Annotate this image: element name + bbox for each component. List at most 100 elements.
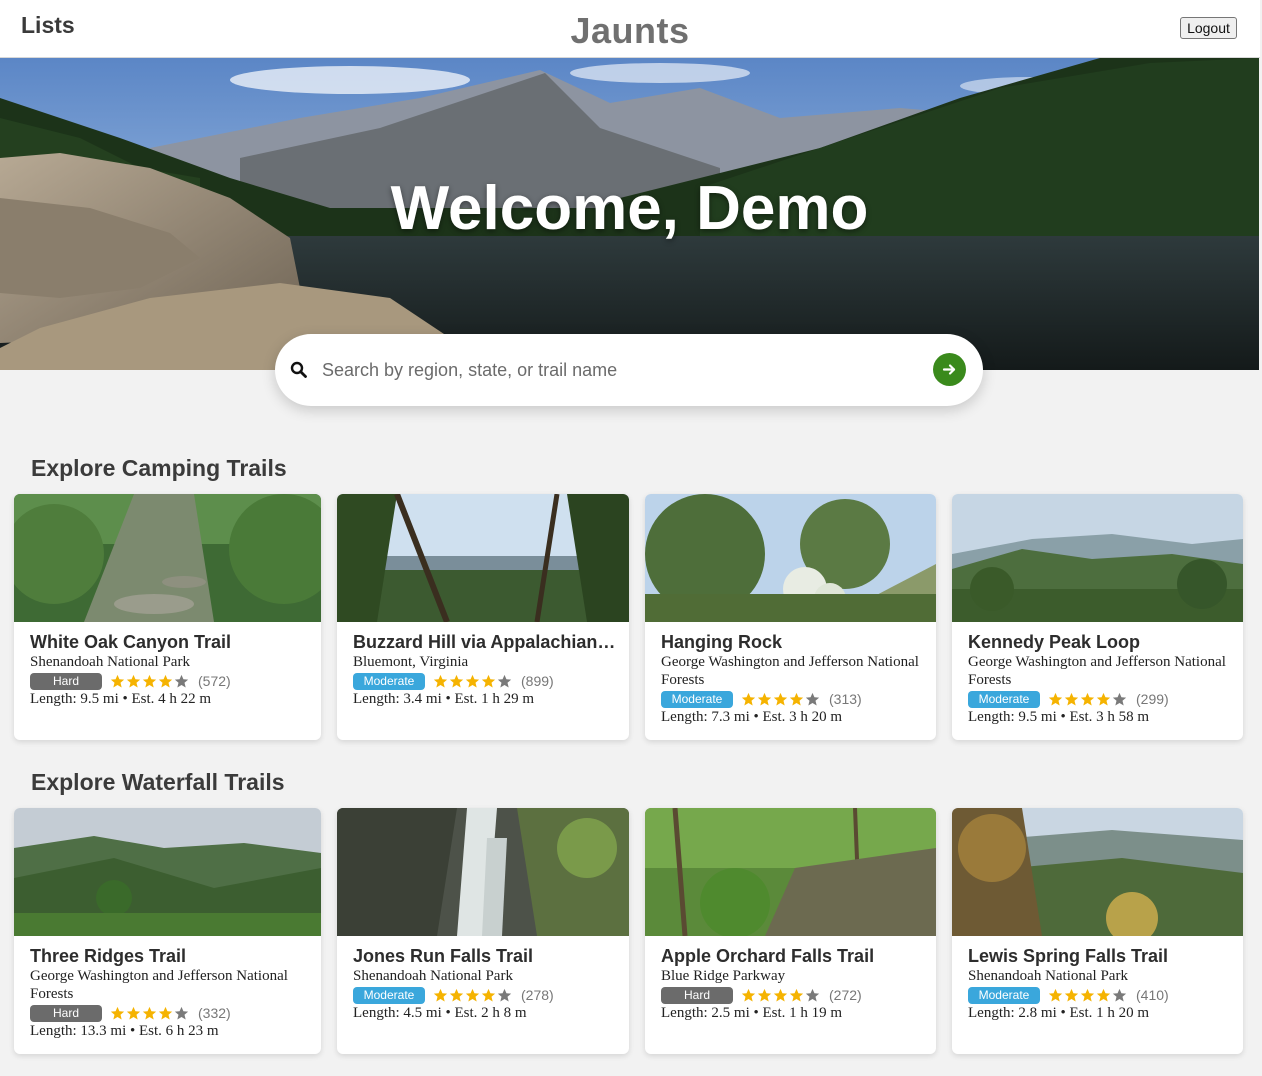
review-count: (410) xyxy=(1136,987,1169,1003)
star-empty-icon xyxy=(1112,692,1127,705)
trail-card[interactable]: Three Ridges Trail George Washington and… xyxy=(14,808,321,1054)
review-count: (299) xyxy=(1136,691,1169,707)
trail-photo xyxy=(14,808,321,936)
difficulty-badge: Moderate xyxy=(968,986,1040,1004)
rating-stars xyxy=(741,692,821,707)
trail-photo xyxy=(14,494,321,622)
trail-photo xyxy=(645,808,936,936)
rating-stars xyxy=(433,988,513,1003)
trail-location: George Washington and Jefferson National… xyxy=(661,654,919,688)
review-count: (572) xyxy=(198,673,231,689)
rating-stars xyxy=(1048,692,1128,707)
star-filled-icon xyxy=(110,674,125,687)
trail-length: Length: 9.5 mi • Est. 3 h 58 m xyxy=(968,709,1150,725)
star-filled-icon xyxy=(1096,692,1111,705)
trail-location: George Washington and Jefferson National… xyxy=(30,968,288,1002)
trail-photo xyxy=(952,808,1243,936)
trail-photo xyxy=(337,808,629,936)
star-filled-icon xyxy=(773,692,788,705)
trail-length: Length: 2.8 mi • Est. 1 h 20 m xyxy=(968,1005,1150,1021)
rating-stars xyxy=(110,674,190,689)
trail-name[interactable]: Lewis Spring Falls Trail xyxy=(968,945,1233,967)
rating-stars xyxy=(1048,988,1128,1003)
trail-location: Shenandoah National Park xyxy=(30,654,190,670)
logout-button[interactable]: Logout xyxy=(1180,17,1237,39)
trail-card[interactable]: Jones Run Falls Trail Shenandoah Nationa… xyxy=(337,808,629,1054)
rating-stars xyxy=(433,674,513,689)
trail-name[interactable]: Kennedy Peak Loop xyxy=(968,631,1233,653)
difficulty-badge: Hard xyxy=(30,1004,102,1022)
trail-card[interactable]: Buzzard Hill via Appalachian Trail Bluem… xyxy=(337,494,629,740)
trail-name[interactable]: Hanging Rock xyxy=(661,631,926,653)
star-filled-icon xyxy=(1048,988,1063,1001)
trail-length: Length: 9.5 mi • Est. 4 h 22 m xyxy=(30,691,212,707)
star-filled-icon xyxy=(449,674,464,687)
trail-length: Length: 4.5 mi • Est. 2 h 8 m xyxy=(353,1005,527,1021)
star-empty-icon xyxy=(1112,988,1127,1001)
rating-stars xyxy=(741,988,821,1003)
difficulty-badge: Moderate xyxy=(968,690,1040,708)
search-icon xyxy=(290,361,307,378)
search-submit-button[interactable] xyxy=(933,353,966,386)
trail-location: Bluemont, Virginia xyxy=(353,654,469,670)
review-count: (899) xyxy=(521,673,554,689)
difficulty-badge: Hard xyxy=(30,672,102,690)
trail-card[interactable]: Lewis Spring Falls Trail Shenandoah Nati… xyxy=(952,808,1243,1054)
star-filled-icon xyxy=(433,674,448,687)
star-filled-icon xyxy=(757,988,772,1001)
arrow-right-icon xyxy=(942,364,956,375)
brand-logo-text: Jaunts xyxy=(570,10,690,51)
star-filled-icon xyxy=(741,988,756,1001)
star-filled-icon xyxy=(741,692,756,705)
trail-location: Shenandoah National Park xyxy=(353,968,513,984)
star-filled-icon xyxy=(481,988,496,1001)
difficulty-badge: Moderate xyxy=(661,690,733,708)
search-input[interactable] xyxy=(322,356,922,384)
review-count: (313) xyxy=(829,691,862,707)
star-filled-icon xyxy=(158,674,173,687)
star-filled-icon xyxy=(142,674,157,687)
top-navigation-bar: Lists Jaunts Logout xyxy=(0,0,1260,58)
waterfall-section-heading: Explore Waterfall Trails xyxy=(31,769,285,795)
star-filled-icon xyxy=(449,988,464,1001)
star-filled-icon xyxy=(433,988,448,1001)
star-filled-icon xyxy=(1080,692,1095,705)
star-filled-icon xyxy=(481,674,496,687)
star-empty-icon xyxy=(497,674,512,687)
hero-banner: Welcome, Demo xyxy=(0,58,1259,370)
trail-card[interactable]: White Oak Canyon Trail Shenandoah Nation… xyxy=(14,494,321,740)
star-filled-icon xyxy=(1096,988,1111,1001)
trail-length: Length: 7.3 mi • Est. 3 h 20 m xyxy=(661,709,843,725)
trail-name[interactable]: Buzzard Hill via Appalachian Trail xyxy=(353,631,619,653)
star-filled-icon xyxy=(1080,988,1095,1001)
difficulty-badge: Moderate xyxy=(353,986,425,1004)
trail-name[interactable]: Three Ridges Trail xyxy=(30,945,311,967)
trail-card[interactable]: Hanging Rock George Washington and Jeffe… xyxy=(645,494,936,740)
star-filled-icon xyxy=(1048,692,1063,705)
trail-name[interactable]: White Oak Canyon Trail xyxy=(30,631,311,653)
star-filled-icon xyxy=(465,674,480,687)
welcome-heading: Welcome, Demo xyxy=(390,174,869,243)
trail-photo xyxy=(645,494,936,622)
trail-location: Blue Ridge Parkway xyxy=(661,968,786,984)
trail-card[interactable]: Kennedy Peak Loop George Washington and … xyxy=(952,494,1243,740)
star-filled-icon xyxy=(110,1006,125,1019)
trail-location: George Washington and Jefferson National… xyxy=(968,654,1226,688)
star-filled-icon xyxy=(773,988,788,1001)
difficulty-badge: Moderate xyxy=(353,672,425,690)
star-empty-icon xyxy=(174,674,189,687)
review-count: (272) xyxy=(829,987,862,1003)
trail-length: Length: 13.3 mi • Est. 6 h 23 m xyxy=(30,1023,219,1039)
star-filled-icon xyxy=(465,988,480,1001)
camping-section-heading: Explore Camping Trails xyxy=(31,455,287,481)
star-filled-icon xyxy=(789,988,804,1001)
trail-card[interactable]: Apple Orchard Falls Trail Blue Ridge Par… xyxy=(645,808,936,1054)
star-filled-icon xyxy=(142,1006,157,1019)
trail-name[interactable]: Jones Run Falls Trail xyxy=(353,945,619,967)
star-filled-icon xyxy=(126,674,141,687)
star-filled-icon xyxy=(757,692,772,705)
review-count: (278) xyxy=(521,987,554,1003)
review-count: (332) xyxy=(198,1005,231,1021)
star-filled-icon xyxy=(789,692,804,705)
trail-name[interactable]: Apple Orchard Falls Trail xyxy=(661,945,926,967)
